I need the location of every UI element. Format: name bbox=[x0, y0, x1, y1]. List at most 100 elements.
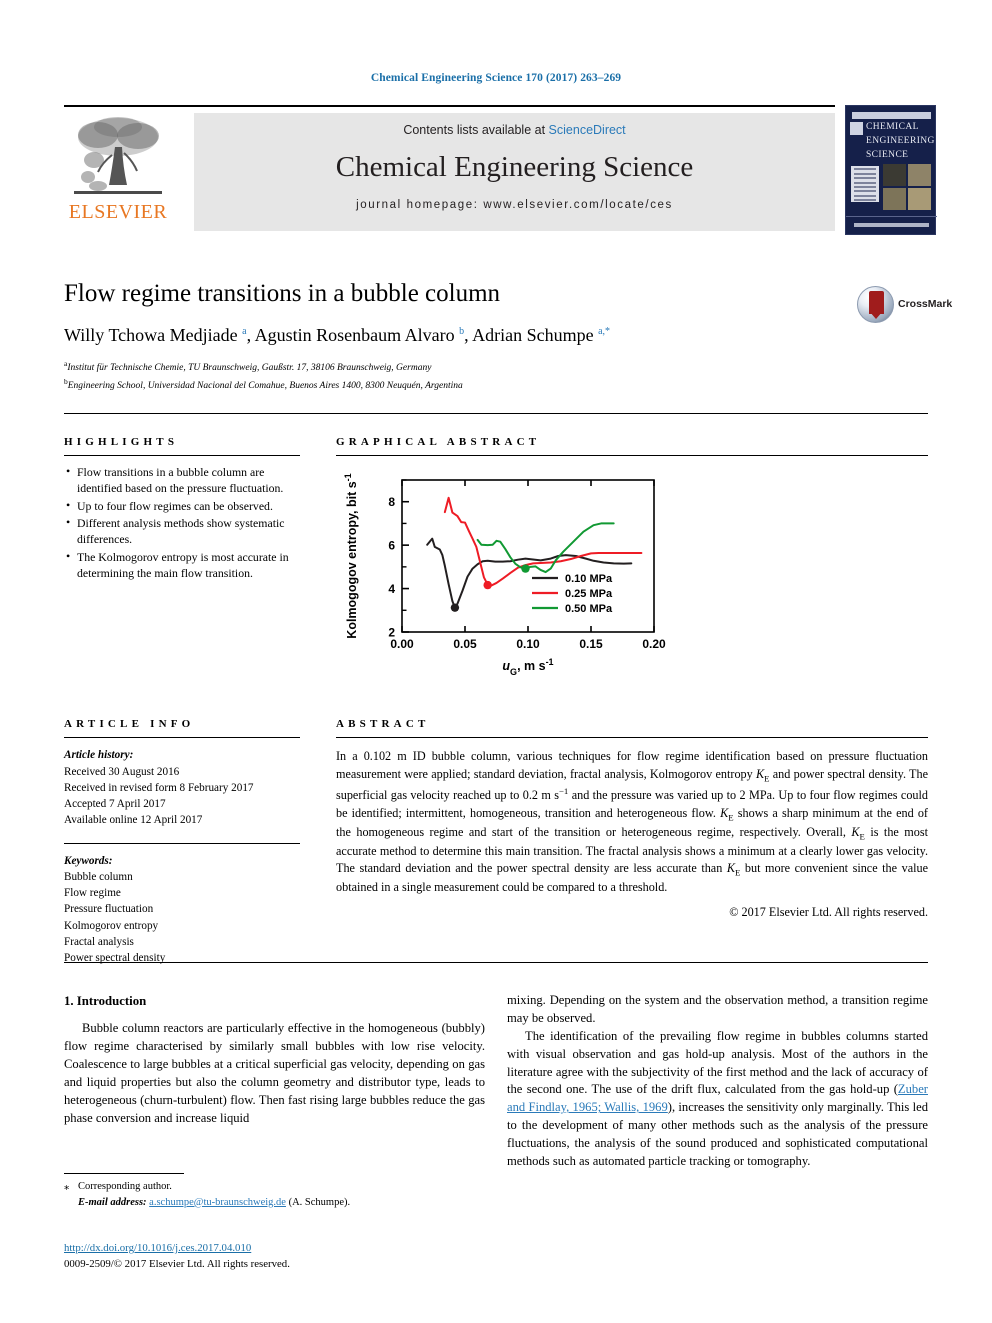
intro-p2-part-a: The identification of the prevailing flo… bbox=[507, 1028, 928, 1097]
asterisk-icon: ⁎ bbox=[64, 1181, 70, 1192]
journal-cover-thumbnail[interactable]: CHEMICAL ENGINEERING SCIENCE bbox=[845, 105, 937, 235]
article-info-rule bbox=[64, 737, 300, 739]
x-axis-label: uG, m s-1 bbox=[502, 657, 553, 677]
keyword-item: Pressure fluctuation bbox=[64, 903, 154, 916]
keyword-item: Kolmogorov entropy bbox=[64, 919, 159, 932]
abstract-copyright: © 2017 Elsevier Ltd. All rights reserved… bbox=[729, 905, 928, 920]
affiliation-b: bEngineering School, Universidad Naciona… bbox=[64, 376, 463, 391]
abstract-text: In a 0.102 m ID bubble column, various t… bbox=[336, 749, 928, 895]
email-suffix: (A. Schumpe). bbox=[288, 1196, 351, 1208]
crossmark-badge[interactable]: CrossMark bbox=[857, 286, 952, 326]
y-tick-label: 4 bbox=[388, 582, 395, 596]
doi-link[interactable]: http://dx.doi.org/10.1016/j.ces.2017.04.… bbox=[64, 1242, 251, 1254]
issn-copyright-line: 0009-2509/© 2017 Elsevier Ltd. All right… bbox=[64, 1258, 290, 1271]
cover-top-bar bbox=[852, 112, 931, 119]
y-tick-label: 8 bbox=[388, 496, 395, 510]
highlights-list: Flow transitions in a bubble column are … bbox=[64, 464, 300, 581]
journal-article-page: Chemical Engineering Science 170 (2017) … bbox=[0, 0, 992, 1323]
y-tick-label: 2 bbox=[388, 626, 395, 640]
footnote-rule bbox=[64, 1173, 184, 1174]
cover-title-line3: SCIENCE bbox=[866, 150, 909, 160]
abstract-heading: ABSTRACT bbox=[336, 718, 430, 730]
legend-label: 0.50 MPa bbox=[565, 603, 613, 615]
introduction-left-column: 1. Introduction Bubble column reactors a… bbox=[64, 992, 485, 1127]
author-list: Willy Tchowa Medjiade a, Agustin Rosenba… bbox=[64, 324, 611, 345]
journal-homepage[interactable]: journal homepage: www.elsevier.com/locat… bbox=[194, 199, 835, 211]
list-item: Different analysis methods show systemat… bbox=[64, 515, 300, 547]
transition-marker bbox=[483, 581, 492, 590]
cover-title-line1: CHEMICAL bbox=[866, 122, 919, 132]
highlights-section: HIGHLIGHTS Flow transitions in a bubble … bbox=[64, 436, 300, 583]
list-item: Flow transitions in a bubble column are … bbox=[64, 464, 300, 496]
highlights-rule bbox=[64, 455, 300, 457]
article-info-heading: ARTICLE INFO bbox=[64, 718, 195, 730]
transition-marker bbox=[521, 564, 530, 574]
introduction-heading: 1. Introduction bbox=[64, 994, 147, 1008]
history-item: Received in revised form 8 February 2017 bbox=[64, 781, 254, 794]
cover-title-line2: ENGINEERING bbox=[866, 136, 935, 146]
elsevier-wordmark: ELSEVIER bbox=[68, 201, 168, 223]
masthead-top-rule bbox=[64, 105, 835, 107]
corresponding-author-line: ⁎ Corresponding author. bbox=[64, 1179, 485, 1195]
footnote-block: ⁎ Corresponding author. E-mail address: a… bbox=[64, 1173, 485, 1211]
x-tick-label: 0.15 bbox=[579, 637, 603, 651]
keywords-block: Keywords: Bubble column Flow regime Pres… bbox=[64, 853, 300, 967]
y-tick-label: 6 bbox=[388, 539, 395, 553]
history-item: Received 30 August 2016 bbox=[64, 765, 180, 778]
transition-marker bbox=[450, 603, 460, 613]
running-head: Chemical Engineering Science 170 (2017) … bbox=[370, 72, 622, 84]
article-history-label: Article history: bbox=[64, 749, 134, 762]
keywords-label: Keywords: bbox=[64, 854, 113, 867]
list-item: Up to four flow regimes can be observed. bbox=[64, 498, 300, 515]
series-line-0-50-mpa bbox=[476, 522, 615, 574]
sciencedirect-link[interactable]: ScienceDirect bbox=[549, 123, 626, 137]
page-title: Flow regime transitions in a bubble colu… bbox=[64, 280, 501, 307]
list-item: The Kolmogorov entropy is most accurate … bbox=[64, 549, 300, 581]
keyword-item: Power spectral density bbox=[64, 951, 166, 964]
meta-bottom-rule bbox=[64, 962, 928, 963]
graphical-abstract-rule bbox=[336, 455, 928, 457]
intro-paragraph-1-continued: mixing. Depending on the system and the … bbox=[507, 993, 928, 1025]
crossmark-label: CrossMark bbox=[898, 298, 953, 310]
title-block: Flow regime transitions in a bubble colu… bbox=[64, 280, 928, 394]
elsevier-tree-icon bbox=[74, 117, 162, 194]
journal-masthead: ELSEVIER Contents lists available at Sci… bbox=[64, 105, 937, 235]
article-info-section: ARTICLE INFO Article history: Received 3… bbox=[64, 718, 300, 966]
email-link[interactable]: a.schumpe@tu-braunschweig.de bbox=[149, 1197, 286, 1208]
x-tick-label: 0.10 bbox=[516, 637, 540, 651]
title-bottom-rule bbox=[64, 413, 928, 414]
intro-paragraph-2: The identification of the prevailing flo… bbox=[507, 1028, 928, 1171]
keywords-rule bbox=[64, 842, 300, 844]
intro-paragraph-1: Bubble column reactors are particularly … bbox=[64, 1021, 485, 1125]
page-footer: http://dx.doi.org/10.1016/j.ces.2017.04.… bbox=[64, 1240, 564, 1272]
crossmark-icon bbox=[857, 286, 894, 323]
x-tick-label: 0.05 bbox=[453, 637, 477, 651]
graphical-abstract-figure: 0.00 0.05 0.10 0.15 0.20 2 4 6 8 0.10 MPa 0.25 MPa… bbox=[336, 466, 928, 684]
masthead-gray-band: Contents lists available at ScienceDirec… bbox=[194, 113, 835, 231]
cover-bottom-rule bbox=[846, 216, 937, 217]
kolmogorov-entropy-chart: 0.00 0.05 0.10 0.15 0.2024680.10 MPa0.25 MPa… bbox=[343, 474, 666, 678]
journal-title: Chemical Engineering Science bbox=[335, 151, 694, 183]
graphical-abstract-heading: GRAPHICAL ABSTRACT bbox=[336, 436, 541, 448]
abstract-rule bbox=[336, 737, 928, 739]
keyword-item: Flow regime bbox=[64, 887, 121, 900]
email-label: E-mail address: bbox=[78, 1196, 147, 1208]
history-item: Available online 12 April 2017 bbox=[64, 814, 203, 827]
legend-label: 0.10 MPa bbox=[565, 573, 613, 585]
elsevier-logo: ELSEVIER bbox=[64, 113, 172, 231]
affiliation-a: aInstitut für Technische Chemie, TU Brau… bbox=[64, 358, 432, 373]
legend-label: 0.25 MPa bbox=[565, 588, 613, 600]
keyword-item: Bubble column bbox=[64, 870, 133, 883]
introduction-right-column: mixing. Depending on the system and the … bbox=[507, 992, 928, 1171]
cover-bottom-bar bbox=[854, 223, 929, 227]
cover-photo-grid bbox=[883, 164, 932, 212]
graphical-abstract-section: GRAPHICAL ABSTRACT 0.00 0.05 0.10 0.15 0.20 2… bbox=[336, 436, 928, 684]
contents-prefix: Contents lists available at bbox=[403, 123, 546, 137]
history-item: Accepted 7 April 2017 bbox=[64, 798, 166, 811]
y-axis-label: Kolmogogov entropy, bit s-1 bbox=[343, 474, 359, 639]
cover-text-block bbox=[851, 166, 879, 202]
contents-line: Contents lists available at ScienceDirec… bbox=[194, 123, 835, 137]
email-line: E-mail address: a.schumpe@tu-braunschwei… bbox=[64, 1195, 485, 1211]
highlights-heading: HIGHLIGHTS bbox=[64, 436, 179, 448]
keyword-item: Fractal analysis bbox=[64, 935, 134, 948]
